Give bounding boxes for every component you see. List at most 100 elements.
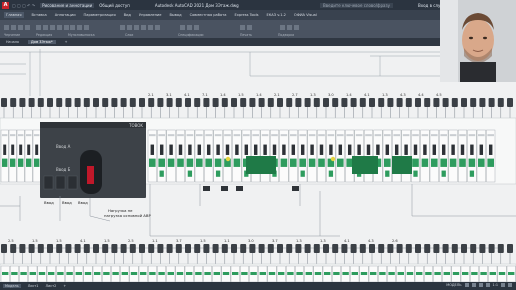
add-layout-button[interactable]: + [63,284,66,288]
circuit-breaker[interactable] [335,129,345,183]
circuit-breaker[interactable] [439,129,449,183]
circuit-breaker[interactable] [326,129,336,183]
circuit-breaker[interactable] [368,265,378,282]
circuit-breaker[interactable] [120,265,130,282]
circuit-breaker[interactable] [486,129,496,183]
circuit-breaker[interactable] [56,265,65,282]
circuit-breaker[interactable] [193,265,203,282]
rcd-module[interactable] [352,156,378,174]
circuit-breaker[interactable] [9,265,19,282]
circuit-breaker[interactable] [147,265,157,282]
circuit-breaker[interactable] [322,265,332,282]
circuit-breaker[interactable] [184,265,194,282]
circuit-breaker[interactable] [448,129,458,183]
circuit-breaker[interactable] [313,265,323,282]
workspace-dropdown[interactable]: Рисование и аннотации [40,2,95,8]
circuit-breaker[interactable] [405,265,415,282]
circuit-breaker[interactable] [460,265,470,282]
circuit-breaker[interactable] [157,265,166,282]
circuit-breaker[interactable] [230,265,240,282]
circuit-breaker[interactable] [213,129,223,183]
circuit-breaker[interactable] [341,265,350,282]
circuit-breaker[interactable] [279,129,289,183]
print-tools[interactable] [240,25,252,33]
share-button[interactable]: Общий доступ [99,3,130,8]
circuit-breaker[interactable] [222,129,232,183]
circuit-breaker[interactable] [442,265,452,282]
circuit-breaker[interactable] [166,265,176,282]
circuit-breaker[interactable] [175,265,185,282]
ribbon-tab-home[interactable]: Главная [4,12,24,18]
ribbon-tab-annotate[interactable]: Аннотации [55,13,76,17]
circuit-breaker[interactable] [307,129,317,183]
circuit-breaker[interactable] [129,265,139,282]
circuit-breaker[interactable] [204,129,214,183]
ribbon-tab-express[interactable]: Express Tools [234,13,258,17]
circuit-breaker[interactable] [138,265,148,282]
circuit-breaker[interactable] [28,265,38,282]
circuit-breaker[interactable] [175,129,185,183]
ribbon-tab-collab[interactable]: Совместная работа [190,13,227,17]
ribbon-tab-manage[interactable]: Управление [139,13,162,17]
ribbon-tab-insert[interactable]: Вставка [32,13,47,17]
spec-tools[interactable] [180,25,199,33]
circuit-breaker[interactable] [203,265,212,282]
layout-tab-model[interactable]: Модель [3,284,21,288]
circuit-breaker[interactable] [451,265,461,282]
modify-tools[interactable] [36,25,69,33]
circuit-breaker[interactable] [317,129,327,183]
ribbon-tab-output[interactable]: Вывод [169,13,181,17]
view-tools[interactable] [280,25,299,33]
circuit-breaker[interactable] [232,129,242,183]
circuit-breaker[interactable] [74,265,84,282]
circuit-breaker[interactable] [166,129,176,183]
circuit-breaker[interactable] [506,265,516,282]
circuit-breaker[interactable] [304,265,314,282]
circuit-breaker[interactable] [8,129,17,183]
circuit-breaker[interactable] [382,129,392,183]
circuit-breaker[interactable] [276,265,286,282]
circuit-breaker[interactable] [433,265,442,282]
quick-access-icons[interactable]: ▢ ▢ ▢ ↶ ↷ [12,3,35,8]
circuit-breaker[interactable] [420,129,430,183]
circuit-breaker[interactable] [258,265,268,282]
circuit-breaker[interactable] [239,265,249,282]
circuit-breaker[interactable] [411,129,421,183]
circuit-breaker[interactable] [429,129,439,183]
ribbon-tab-view[interactable]: Вид [124,13,131,17]
polar-icon[interactable] [485,283,490,287]
circuit-breaker[interactable] [479,265,488,282]
rcd-module[interactable] [246,156,276,174]
drawing-canvas[interactable]: 2.1 3.1 4.1 7.1 1.4 1.5 1.4 2.1 2.7 1.3 3.0 1.4 4.1 1… [0,46,516,282]
circuit-breaker[interactable] [221,265,231,282]
circuit-breaker[interactable] [24,129,33,183]
circuit-breaker[interactable] [92,265,102,282]
circuit-breaker[interactable] [470,265,479,282]
workspace-gear-icon[interactable] [501,283,505,287]
circuit-breaker[interactable] [212,265,222,282]
circuit-breaker[interactable] [267,265,277,282]
circuit-breaker[interactable] [0,129,9,183]
circuit-breaker[interactable] [350,265,360,282]
menu-icon[interactable] [508,283,512,287]
circuit-breaker[interactable] [194,129,204,183]
tab-start[interactable]: Начало [3,40,22,44]
model-space-toggle[interactable]: МОДЕЛЬ [446,283,461,287]
circuit-breaker[interactable] [65,265,75,282]
circuit-breaker[interactable] [332,265,341,282]
ortho-icon[interactable] [478,283,483,287]
ats-device[interactable] [40,122,146,198]
snap-icon[interactable] [471,283,476,287]
circuit-breaker[interactable] [37,265,47,282]
circuit-breaker[interactable] [295,265,304,282]
ribbon-tab-parametric[interactable]: Параметризация [84,13,116,17]
circuit-breaker[interactable] [157,129,167,183]
layer-tools[interactable] [120,25,160,33]
circuit-breaker[interactable] [359,265,369,282]
circuit-breaker[interactable] [83,265,93,282]
circuit-breaker[interactable] [0,265,10,282]
circuit-breaker[interactable] [387,265,396,282]
search-input[interactable]: Введите ключевое слово/фразу [320,2,393,8]
circuit-breaker[interactable] [414,265,424,282]
circuit-breaker[interactable] [16,129,25,183]
